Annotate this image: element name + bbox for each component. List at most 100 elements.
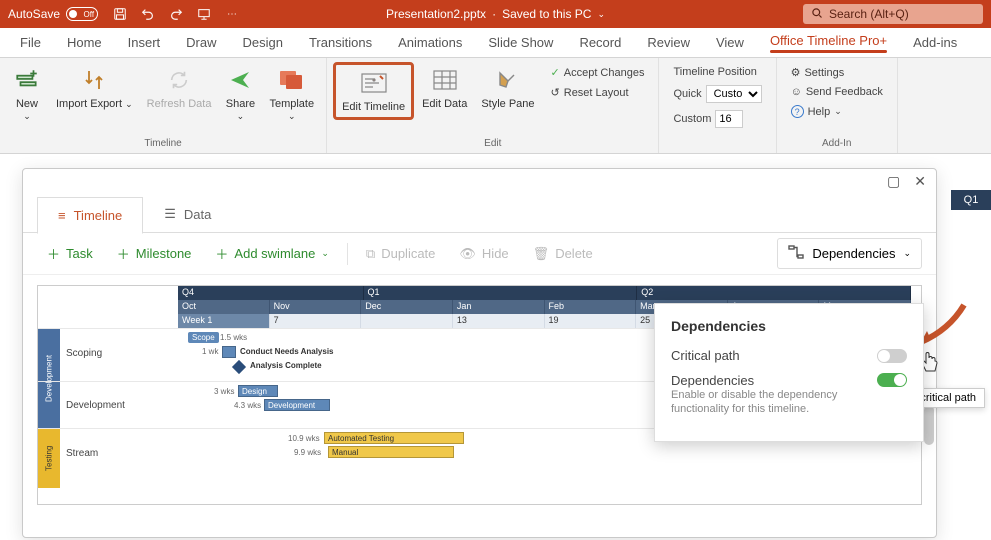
- new-button[interactable]: New⌄: [6, 62, 48, 126]
- group-label-edit: Edit: [484, 138, 501, 151]
- dependencies-dropdown[interactable]: Dependencies ⌄: [777, 238, 922, 269]
- timeline-position-label: Timeline Position: [669, 64, 765, 80]
- dependencies-icon: [788, 245, 804, 262]
- tab-addins[interactable]: Add-ins: [903, 29, 967, 56]
- custom-input[interactable]: [715, 110, 743, 128]
- redo-icon[interactable]: [168, 6, 184, 22]
- milestone-analysis[interactable]: [232, 360, 246, 374]
- dep-toggle-desc: Enable or disable the dependency functio…: [671, 388, 841, 417]
- dependencies-toggle[interactable]: [877, 373, 907, 387]
- template-icon: [278, 66, 306, 94]
- share-button[interactable]: Share⌄: [219, 62, 261, 126]
- critical-path-label: Critical path: [671, 348, 740, 363]
- delete-button[interactable]: 🗑Delete: [523, 240, 603, 268]
- refresh-icon: [165, 66, 193, 94]
- popover-title: Dependencies: [671, 318, 907, 334]
- add-swimlane-button[interactable]: ＋Add swimlane ⌄: [205, 238, 339, 269]
- reset-icon: ↺: [551, 86, 560, 99]
- edit-timeline-button[interactable]: Edit Timeline: [333, 62, 414, 120]
- import-export-icon: [80, 66, 108, 94]
- swimlane-development[interactable]: Development: [38, 328, 60, 428]
- scrollbar-thumb[interactable]: [924, 405, 934, 445]
- bar-manual[interactable]: Manual: [328, 446, 454, 458]
- import-export-button[interactable]: Import Export ⌄: [50, 62, 139, 114]
- refresh-data-button[interactable]: Refresh Data: [141, 62, 218, 114]
- row-development[interactable]: Development: [62, 398, 177, 413]
- custom-label: Custom: [673, 113, 711, 125]
- accept-changes-button[interactable]: ✓Accept Changes: [547, 64, 649, 81]
- tab-draw[interactable]: Draw: [176, 29, 226, 56]
- quick-label: Quick: [673, 88, 701, 100]
- critical-path-toggle[interactable]: [877, 349, 907, 363]
- qat-customize-icon[interactable]: ⋯: [224, 6, 240, 22]
- check-icon: ✓: [551, 66, 560, 79]
- document-title[interactable]: Presentation2.pptx · Saved to this PC ⌄: [386, 7, 605, 21]
- timeline-tab-icon: ≡: [58, 208, 66, 223]
- tab-slideshow[interactable]: Slide Show: [478, 29, 563, 56]
- eye-icon: 👁: [459, 246, 476, 262]
- tab-transitions[interactable]: Transitions: [299, 29, 382, 56]
- tab-office-timeline[interactable]: Office Timeline Pro+: [760, 27, 897, 59]
- tab-file[interactable]: File: [10, 29, 51, 56]
- style-pane-button[interactable]: Style Pane: [475, 62, 540, 114]
- plus-icon: ＋: [117, 244, 130, 263]
- ribbon-tabs: File Home Insert Draw Design Transitions…: [0, 28, 991, 58]
- tab-animations[interactable]: Animations: [388, 29, 472, 56]
- save-icon[interactable]: [112, 6, 128, 22]
- tab-review[interactable]: Review: [637, 29, 700, 56]
- present-icon[interactable]: [196, 6, 212, 22]
- style-pane-icon: [494, 66, 522, 94]
- quick-access-toolbar: ⋯: [112, 6, 240, 22]
- tab-design[interactable]: Design: [233, 29, 293, 56]
- data-tab-icon: ☰: [164, 206, 176, 222]
- group-label-addin: Add-In: [822, 138, 851, 151]
- trash-icon: 🗑: [533, 246, 550, 262]
- duplicate-button[interactable]: ⧉Duplicate: [356, 240, 446, 268]
- scope-badge[interactable]: Scope: [188, 332, 219, 343]
- help-button[interactable]: ?Help⌄: [787, 103, 887, 120]
- bar-design[interactable]: Design: [238, 385, 278, 397]
- edit-data-button[interactable]: Edit Data: [416, 62, 473, 114]
- background-slide-q1: Q1: [951, 190, 991, 210]
- search-icon: [811, 7, 823, 22]
- plus-icon: ＋: [215, 244, 228, 263]
- tab-home[interactable]: Home: [57, 29, 112, 56]
- autosave-toggle[interactable]: AutoSave Off: [8, 7, 98, 21]
- plus-icon: ＋: [47, 244, 60, 263]
- row-stream[interactable]: Stream: [62, 446, 177, 461]
- template-button[interactable]: Template⌄: [263, 62, 320, 126]
- reset-layout-button[interactable]: ↺Reset Layout: [547, 84, 649, 101]
- bar-needs[interactable]: [222, 346, 236, 358]
- share-icon: [226, 66, 254, 94]
- tab-record[interactable]: Record: [569, 29, 631, 56]
- close-icon[interactable]: ✕: [914, 173, 926, 190]
- add-task-button[interactable]: ＋Task: [37, 238, 103, 269]
- duplicate-icon: ⧉: [366, 246, 375, 262]
- hide-button[interactable]: 👁Hide: [449, 240, 518, 268]
- settings-button[interactable]: ⚙Settings: [787, 64, 887, 81]
- send-feedback-button[interactable]: ☺Send Feedback: [787, 84, 887, 100]
- bar-auto-test[interactable]: Automated Testing: [324, 432, 464, 444]
- edit-timeline-icon: [360, 69, 388, 97]
- quick-select[interactable]: Custom: [706, 85, 762, 103]
- smile-icon: ☺: [791, 86, 802, 98]
- search-input[interactable]: Search (Alt+Q): [803, 4, 983, 24]
- tab-insert[interactable]: Insert: [118, 29, 171, 56]
- group-label-timeline: Timeline: [144, 138, 181, 151]
- row-scoping[interactable]: Scoping: [62, 346, 177, 361]
- new-icon: [13, 66, 41, 94]
- editor-tab-data[interactable]: ☰ Data: [143, 195, 232, 233]
- quarter-row: Q4 Q1 Q2: [178, 286, 911, 300]
- gear-icon: ⚙: [791, 66, 801, 79]
- tab-view[interactable]: View: [706, 29, 754, 56]
- dep-toggle-label: Dependencies: [671, 373, 841, 388]
- swimlane-testing[interactable]: Testing: [38, 428, 60, 488]
- editor-tab-timeline[interactable]: ≡ Timeline: [37, 197, 143, 234]
- edit-data-icon: [431, 66, 459, 94]
- bar-development[interactable]: Development: [264, 399, 330, 411]
- add-milestone-button[interactable]: ＋Milestone: [107, 238, 202, 269]
- editor-toolbar: ＋Task ＋Milestone ＋Add swimlane ⌄ ⧉Duplic…: [23, 233, 936, 275]
- editor-panel: ▢ ✕ ≡ Timeline ☰ Data ＋Task ＋Milestone ＋…: [22, 168, 937, 538]
- maximize-icon[interactable]: ▢: [887, 173, 900, 190]
- undo-icon[interactable]: [140, 6, 156, 22]
